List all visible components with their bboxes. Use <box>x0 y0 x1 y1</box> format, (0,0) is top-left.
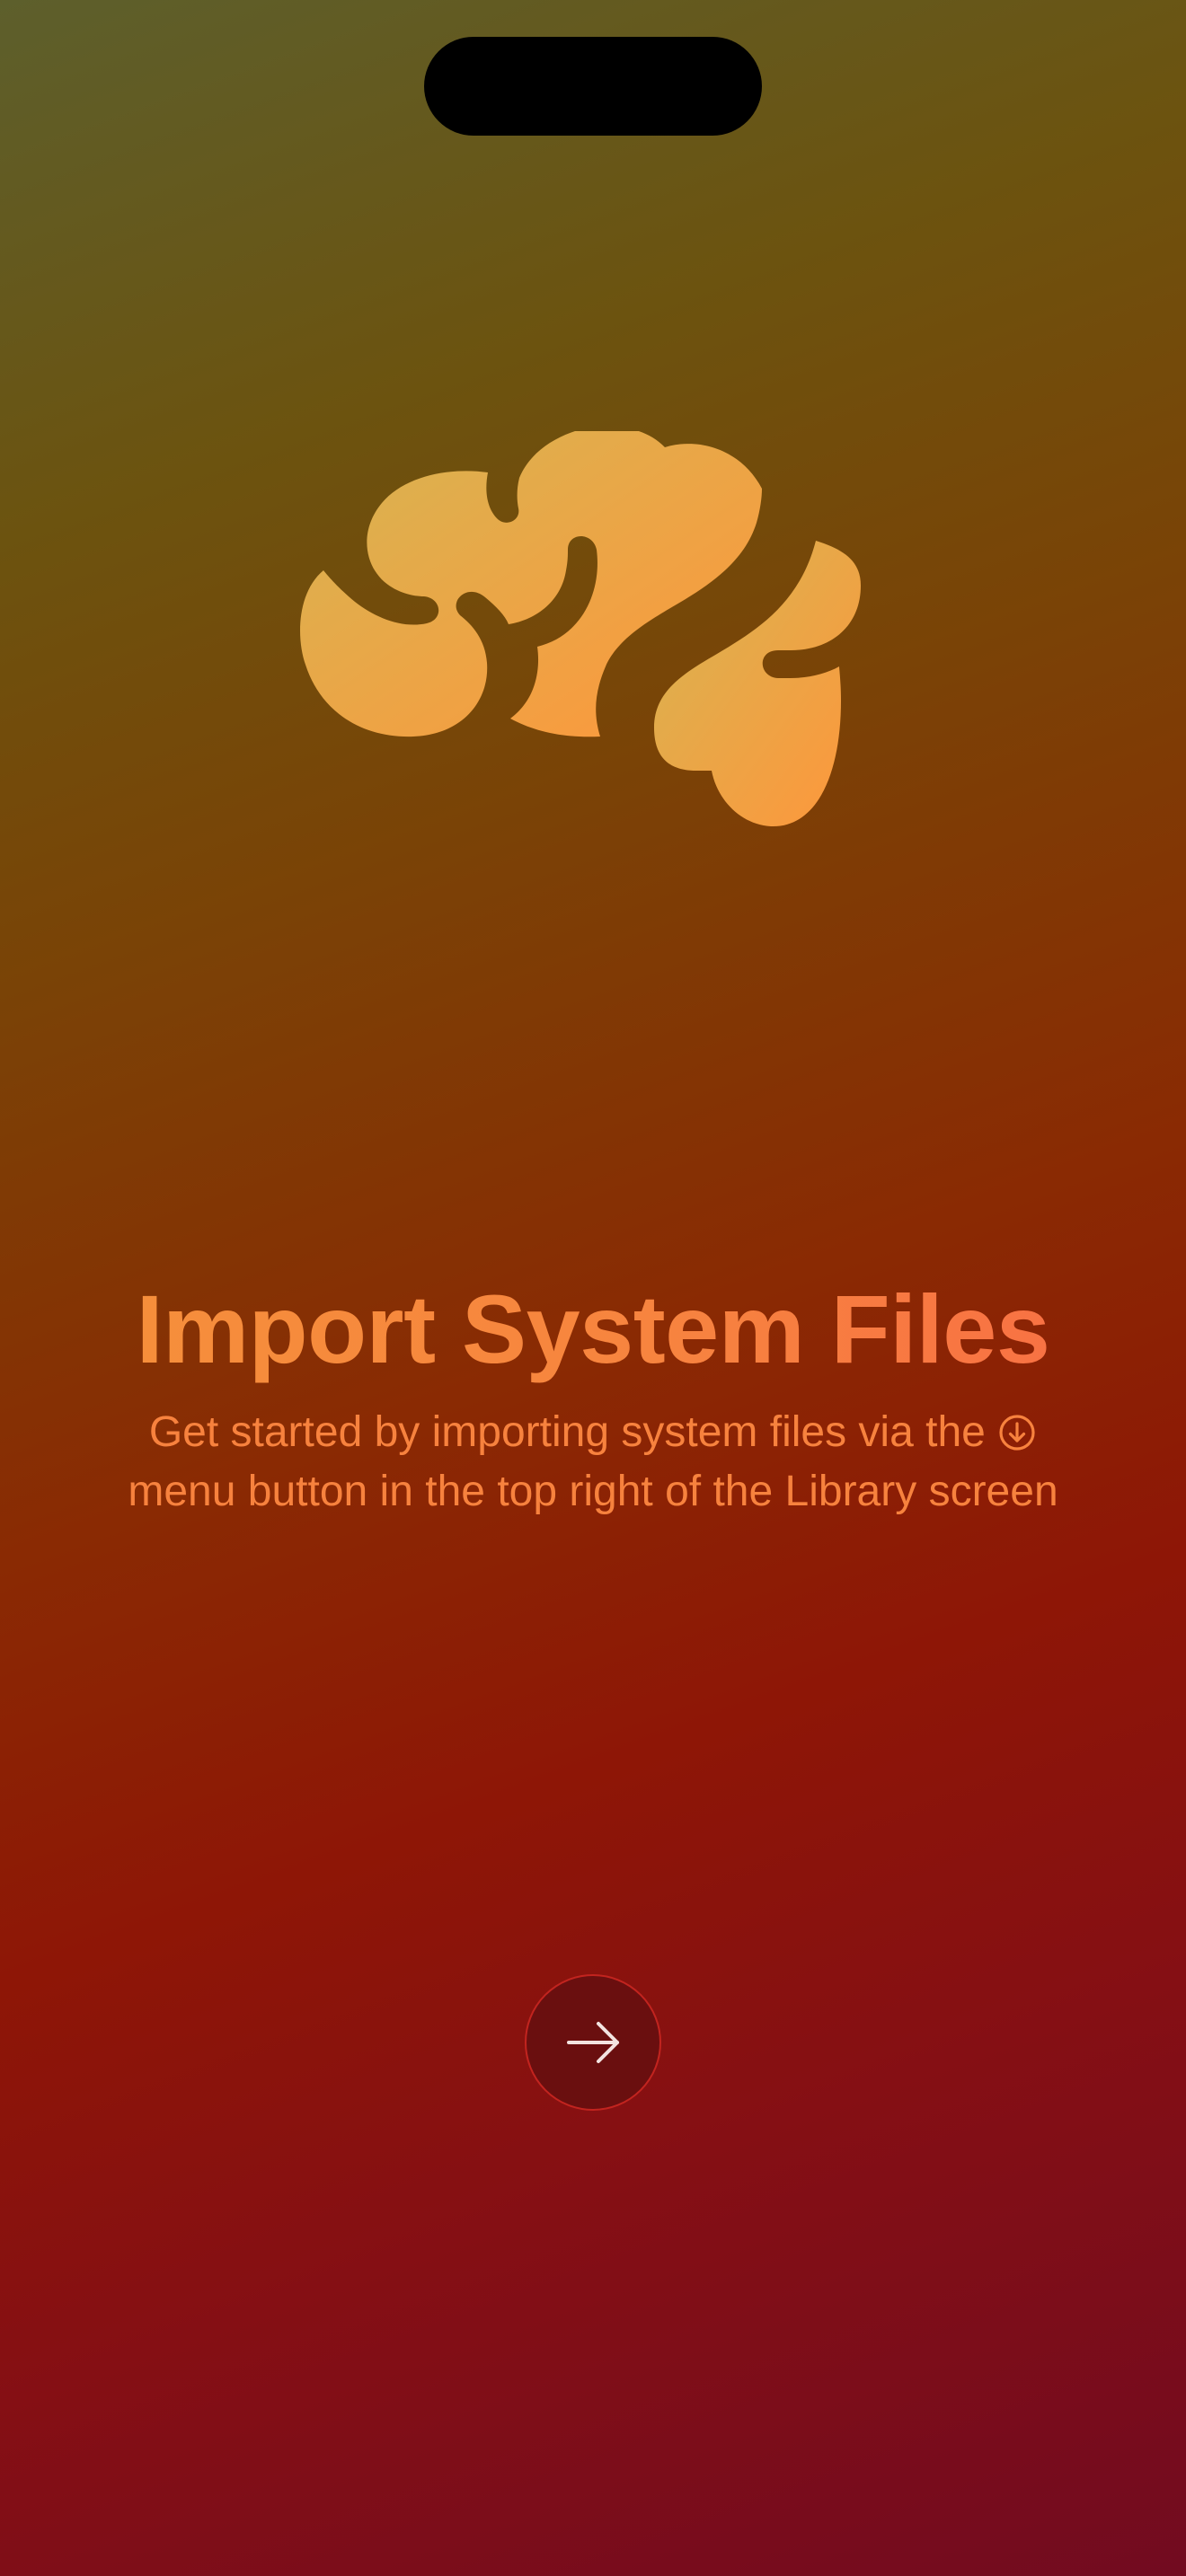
brain-icon <box>296 431 890 952</box>
subtitle-line: Get started by importing system files vi… <box>54 1403 1132 1462</box>
subtitle-line-1: Get started by importing system files vi… <box>148 1408 986 1456</box>
page-title: Import System Files <box>0 1266 1186 1392</box>
page-subtitle: Get started by importing system files vi… <box>54 1403 1132 1522</box>
arrow-down-circle-icon <box>997 1413 1037 1452</box>
arrow-right-icon <box>567 2022 619 2063</box>
dynamic-island <box>424 37 762 136</box>
next-button[interactable] <box>525 1974 661 2111</box>
subtitle-line-2: menu button in the top right of the Libr… <box>128 1468 1058 1515</box>
